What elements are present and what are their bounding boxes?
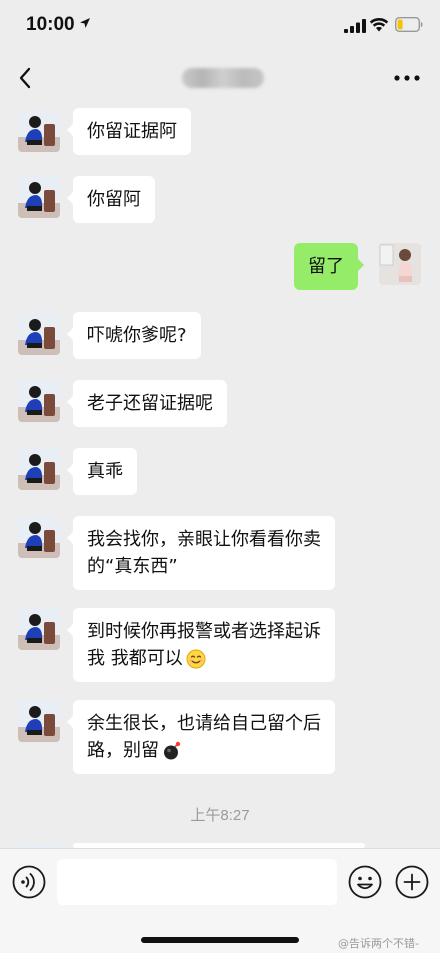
message-timestamp: 上午8:27: [190, 807, 250, 824]
blurred-contact-name: [182, 68, 264, 88]
weibo-watermark: @告诉两个不错-: [338, 937, 419, 950]
message-text-line: 的“真东西”: [87, 556, 178, 577]
message-bubble[interactable]: 你留证据阿: [67, 108, 191, 155]
contact-avatar[interactable]: [18, 608, 60, 650]
contact-avatar[interactable]: [18, 700, 60, 742]
cellular-signal-icon: [344, 19, 366, 33]
home-indicator[interactable]: [141, 937, 299, 943]
contact-avatar[interactable]: [18, 110, 60, 152]
battery-low-icon: [395, 17, 423, 32]
my-avatar[interactable]: [379, 243, 421, 285]
plus-circle-icon[interactable]: [395, 865, 429, 899]
contact-avatar[interactable]: [18, 313, 60, 355]
chat-area[interactable]: 你留证据阿 你留阿 留了 吓唬你爹呢? 老子还留证据呢 真乖 我会找你，亲眼让你…: [0, 102, 440, 848]
message-text: 老子还留证据呢: [87, 393, 213, 414]
message-text: 你留阿: [87, 189, 141, 210]
message-text: 路，别留: [87, 740, 159, 761]
message-bubble-outgoing[interactable]: 留了: [294, 243, 364, 290]
message-bubble[interactable]: 到时候你再报警或者选择起诉 我 我都可以: [67, 608, 335, 682]
smiley-icon[interactable]: [348, 865, 382, 899]
message-text-line: 到时候你再报警或者选择起诉: [87, 621, 321, 642]
message-text: 留了: [308, 256, 344, 277]
message-bubble[interactable]: 老子还留证据呢: [67, 380, 227, 427]
contact-avatar[interactable]: [18, 176, 60, 218]
message-text-line: 路，别留: [87, 737, 321, 764]
message-text-line: 我 我都可以: [87, 645, 321, 672]
contact-avatar[interactable]: [18, 448, 60, 490]
message-text: 吓唬你爹呢?: [87, 325, 187, 346]
smile-emoji-icon: [186, 649, 206, 669]
message-bubble[interactable]: 余生很长，也请给自己留个后 路，别留: [67, 700, 335, 774]
location-arrow-icon: [80, 18, 90, 28]
bomb-emoji-icon: [164, 741, 181, 760]
message-bubble[interactable]: 吓唬你爹呢?: [67, 312, 201, 359]
input-bar: @告诉两个不错-: [0, 848, 440, 953]
message-text-line: 我会找你，亲眼让你看看你卖: [87, 529, 321, 550]
voice-icon[interactable]: [12, 865, 46, 899]
status-bar: 10:00: [0, 0, 440, 54]
message-bubble[interactable]: 真乖: [67, 448, 137, 495]
contact-avatar[interactable]: [18, 380, 60, 422]
message-bubble[interactable]: 我会找你，亲眼让你看看你卖 的“真东西”: [67, 516, 335, 590]
chevron-left-icon[interactable]: [14, 64, 38, 92]
wifi-icon: [369, 17, 389, 32]
contact-avatar[interactable]: [18, 516, 60, 558]
more-dots-icon[interactable]: [393, 74, 421, 82]
message-text: 我 我都可以: [87, 648, 183, 669]
message-text: 你留证据阿: [87, 121, 177, 142]
message-input[interactable]: [57, 859, 337, 905]
chat-header: [0, 54, 440, 102]
message-bubble[interactable]: 你留阿: [67, 176, 155, 223]
status-time: 10:00: [26, 14, 75, 35]
message-text: 真乖: [87, 461, 123, 482]
message-text-line: 余生很长，也请给自己留个后: [87, 713, 321, 734]
